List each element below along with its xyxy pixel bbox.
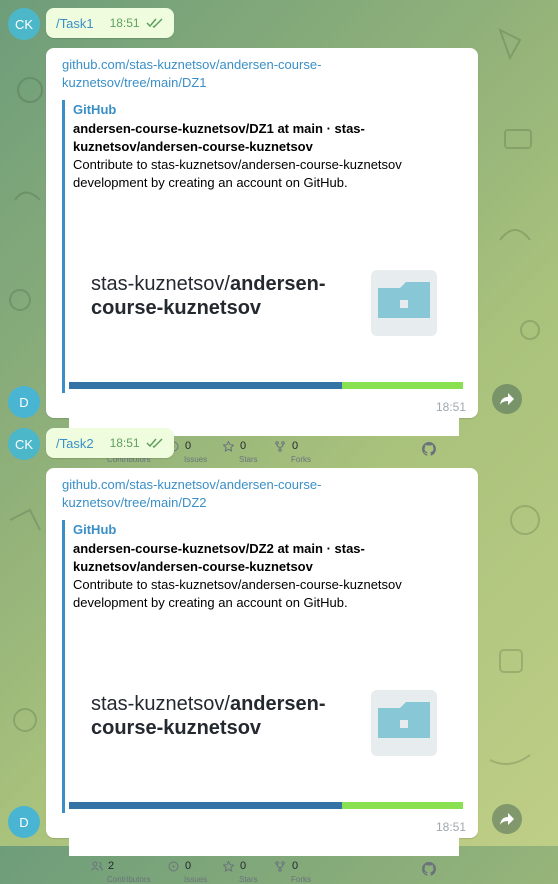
language-bar [69, 382, 463, 389]
forks-icon [275, 861, 285, 872]
stat-label: Issues [184, 875, 208, 884]
stat-label: Stars [239, 455, 258, 464]
card-repo-name: stas-kuznetsov/andersen-course-kuznetsov [91, 272, 361, 320]
stat-value: 0 [240, 440, 247, 452]
link-preview[interactable]: GitHub andersen-course-kuznetsov/DZ1 at … [62, 100, 469, 464]
message-time: 18:51 [435, 400, 466, 414]
forward-arrow-icon [500, 393, 514, 405]
link-preview-message: github.com/stas-kuznetsov/andersen-cours… [46, 468, 478, 884]
forward-arrow-icon [500, 813, 514, 825]
sender-avatar[interactable]: CK [8, 8, 40, 40]
stat-value: 0 [292, 440, 299, 452]
forward-button[interactable] [492, 384, 522, 414]
command-message: /Task1 18:51 [46, 8, 174, 38]
preview-site-name: GitHub [73, 522, 117, 537]
double-check-icon [146, 438, 164, 448]
preview-card-image: stas-kuznetsov/andersen-course-kuznetsov… [69, 208, 459, 464]
issues-icon [168, 861, 179, 872]
stat-label: Contributors [107, 875, 151, 884]
stat-label: Stars [239, 875, 258, 884]
avatar-initials: D [19, 394, 29, 410]
command-link[interactable]: /Task2 [56, 436, 94, 451]
avatar-initials: CK [14, 436, 34, 452]
repo-url-link[interactable]: github.com/stas-kuznetsov/andersen-cours… [62, 56, 392, 92]
contributors-icon [91, 861, 103, 871]
link-preview-message: github.com/stas-kuznetsov/andersen-cours… [46, 48, 478, 464]
message-time: 18:51 [435, 820, 466, 834]
card-owner: stas-kuznetsov/ [91, 273, 230, 295]
preview-title: andersen-course-kuznetsov/DZ2 at main · … [73, 541, 365, 574]
repo-avatar-icon [371, 690, 437, 756]
stat-value: 2 [108, 860, 115, 872]
repo-avatar-icon [371, 270, 437, 336]
message-time: 18:51 [109, 16, 140, 30]
stat-label: Forks [291, 455, 311, 464]
command-message: /Task2 18:51 [46, 428, 174, 458]
stat-value: 0 [240, 860, 247, 872]
avatar-initials: CK [14, 16, 34, 32]
preview-description: Contribute to stas-kuznetsov/andersen-co… [73, 577, 402, 610]
stat-label: Issues [184, 455, 208, 464]
stat-value: 0 [185, 860, 192, 872]
forward-button[interactable] [492, 804, 522, 834]
card-owner: stas-kuznetsov/ [91, 693, 230, 715]
stars-icon [223, 861, 234, 872]
avatar-initials: D [19, 814, 29, 830]
github-logo-icon [422, 862, 436, 876]
stat-label: Forks [291, 875, 311, 884]
message-time: 18:51 [109, 436, 140, 450]
reply-avatar[interactable]: D [8, 386, 40, 418]
stat-value: 0 [292, 860, 299, 872]
forks-icon [275, 441, 285, 452]
double-check-icon [146, 18, 164, 28]
sender-avatar[interactable]: CK [8, 428, 40, 460]
stars-icon [223, 441, 234, 452]
preview-site-name: GitHub [73, 102, 117, 117]
command-link[interactable]: /Task1 [56, 16, 94, 31]
card-repo-name: stas-kuznetsov/andersen-course-kuznetsov [91, 692, 361, 740]
reply-avatar[interactable]: D [8, 806, 40, 838]
link-preview[interactable]: GitHub andersen-course-kuznetsov/DZ2 at … [62, 520, 469, 884]
repo-url-link[interactable]: github.com/stas-kuznetsov/andersen-cours… [62, 476, 392, 512]
github-logo-icon [422, 442, 436, 456]
language-bar [69, 802, 463, 809]
preview-description: Contribute to stas-kuznetsov/andersen-co… [73, 157, 402, 190]
stat-value: 0 [185, 440, 192, 452]
preview-card-image: stas-kuznetsov/andersen-course-kuznetsov… [69, 628, 459, 884]
preview-title: andersen-course-kuznetsov/DZ1 at main · … [73, 121, 365, 154]
